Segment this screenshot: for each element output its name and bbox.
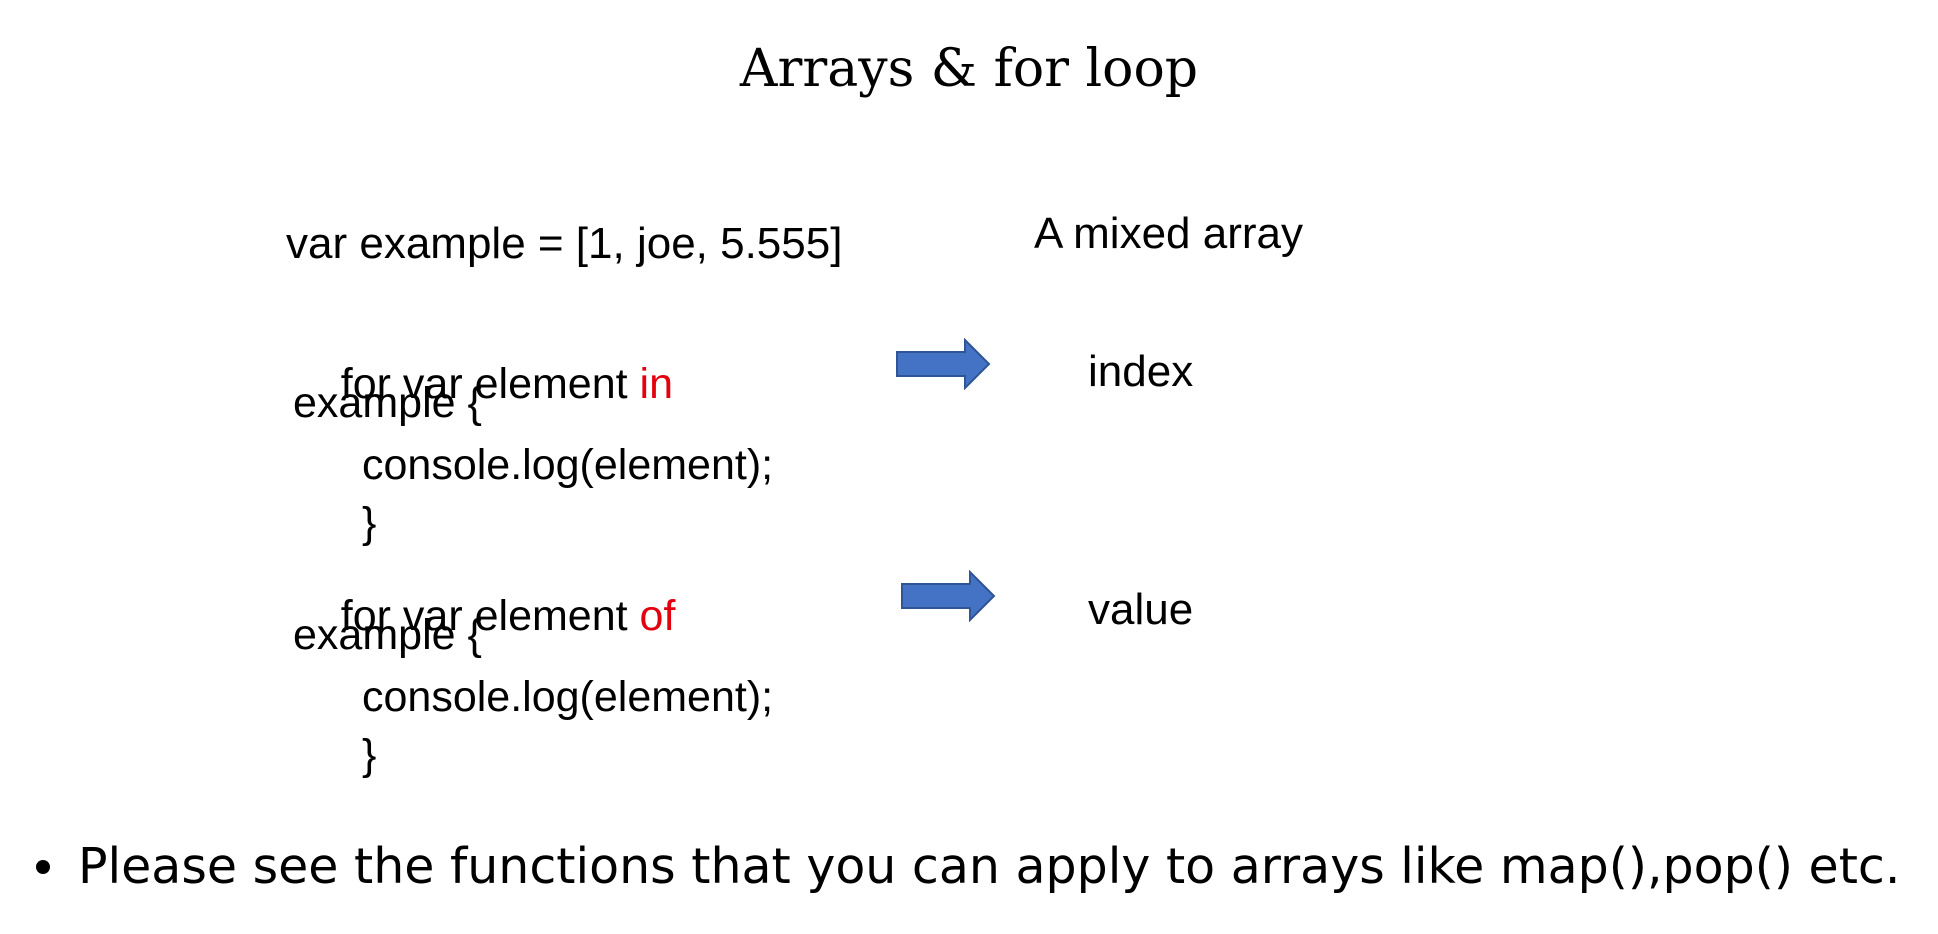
loop-of-line-3: console.log(element); (362, 673, 774, 721)
slide-title: Arrays & for loop (739, 39, 1199, 99)
loop-in-line-4: } (362, 499, 377, 547)
loop-in-line-3: console.log(element); (362, 441, 774, 489)
loop-of-result: value (1088, 585, 1194, 634)
bullet-item: Please see the functions that you can ap… (36, 842, 1900, 891)
loop-in-line-2: example { (293, 379, 482, 427)
loop-of-line-2: example { (293, 611, 482, 659)
slide: Arrays & for loop var example = [1, joe,… (0, 0, 1938, 934)
right-arrow-icon (901, 570, 996, 622)
bullet-text: Please see the functions that you can ap… (78, 838, 1901, 895)
loop-of-keyword: of (639, 592, 676, 640)
loop-of-line-4: } (362, 731, 377, 779)
array-declaration: var example = [1, joe, 5.555] (286, 219, 843, 268)
array-note: A mixed array (1034, 209, 1303, 258)
loop-in-result: index (1088, 347, 1194, 396)
bullet-icon (36, 859, 50, 874)
loop-in-keyword: in (639, 360, 673, 408)
right-arrow-icon (896, 338, 991, 390)
